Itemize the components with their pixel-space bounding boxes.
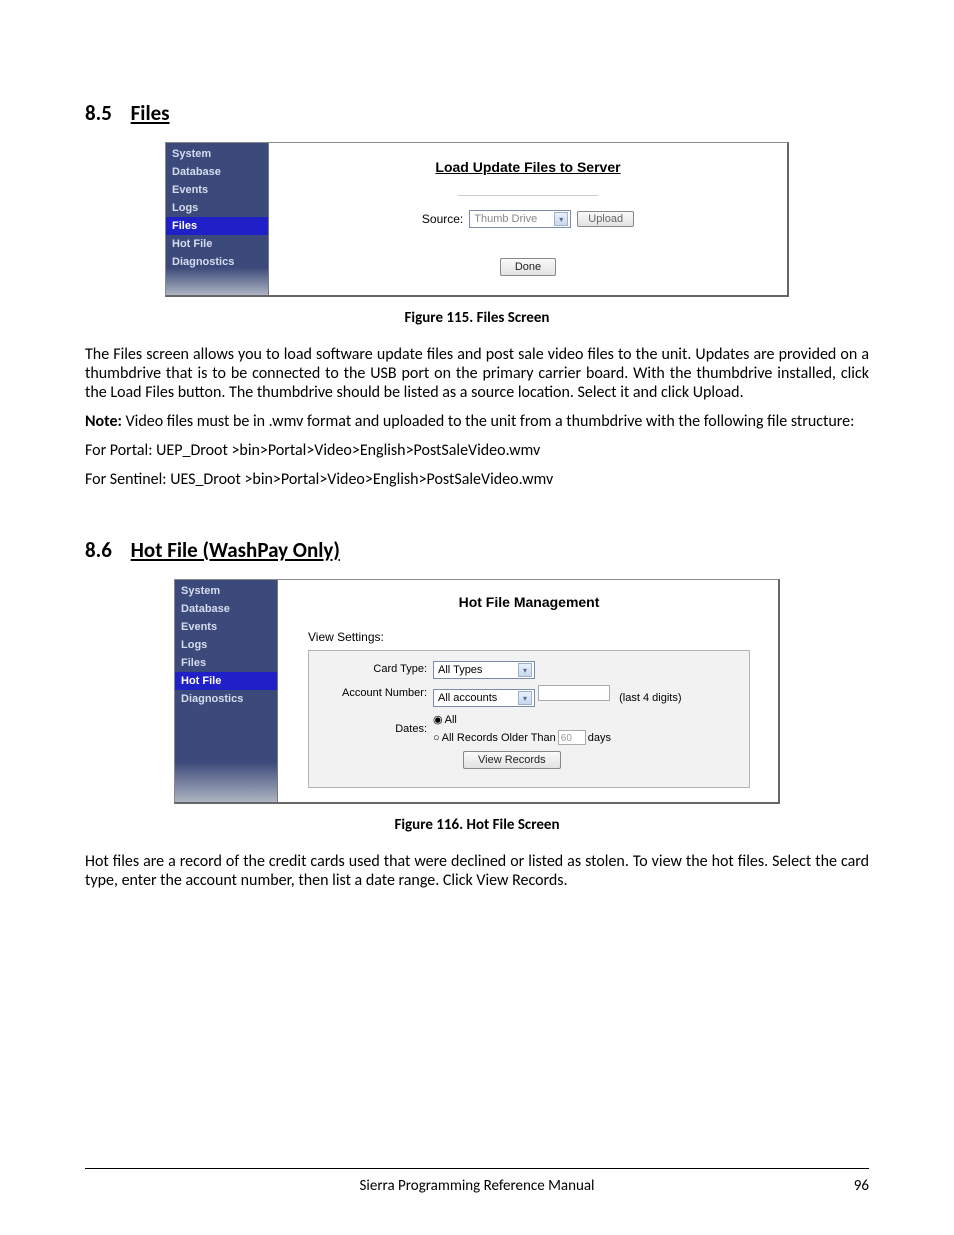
card-type-dropdown[interactable]: All Types ▾ [433,661,535,679]
radio-all-label: All [445,714,457,726]
note-label: Note: [85,412,122,431]
path-paragraph: For Sentinel: UES_Droot >bin>Portal>Vide… [85,470,869,489]
body-paragraph: Hot files are a record of the credit car… [85,852,869,890]
section-heading: 8.5 Files [85,100,869,126]
section-number: 8.5 [85,100,112,126]
upload-button[interactable]: Upload [577,211,634,227]
hotfile-panel-title: Hot File Management [308,594,750,610]
view-settings-label: View Settings: [308,630,750,644]
chevron-down-icon: ▾ [554,212,568,226]
days-input[interactable]: 60 [558,730,586,745]
dates-label: Dates: [323,713,427,735]
hotfile-sidebar: System Database Events Logs Files Hot Fi… [175,580,278,802]
account-hint: (last 4 digits) [619,692,681,704]
page-footer: Sierra Programming Reference Manual 96 [85,1168,869,1195]
sidebar-item-hot-file[interactable]: Hot File [175,672,277,690]
sidebar-item-database[interactable]: Database [166,163,268,181]
note-text: Video files must be in .wmv format and u… [122,412,854,431]
footer-page-number: 96 [809,1177,869,1195]
account-value: All accounts [438,692,497,704]
source-value: Thumb Drive [474,213,537,225]
section-title: Hot File (WashPay Only) [131,537,340,563]
section-number: 8.6 [85,537,112,563]
files-sidebar: System Database Events Logs Files Hot Fi… [166,143,269,295]
sidebar-item-files[interactable]: Files [166,217,268,235]
sidebar-item-diagnostics[interactable]: Diagnostics [175,690,277,708]
figure-caption: Figure 116. Hot File Screen [85,816,869,834]
sidebar-item-logs[interactable]: Logs [166,199,268,217]
figure-caption: Figure 115. Files Screen [85,309,869,327]
chevron-down-icon: ▾ [518,663,532,677]
account-number-label: Account Number: [323,685,427,699]
sidebar-item-events[interactable]: Events [166,181,268,199]
files-panel-title: Load Update Files to Server [299,159,757,175]
radio-older-icon[interactable]: ○ [433,732,440,744]
days-label: days [588,732,611,744]
sidebar-item-events[interactable]: Events [175,618,277,636]
done-button[interactable]: Done [500,258,556,276]
source-label: Source: [422,212,463,226]
chevron-down-icon: ▾ [518,691,532,705]
card-type-label: Card Type: [323,661,427,675]
sidebar-item-logs[interactable]: Logs [175,636,277,654]
body-paragraph: The Files screen allows you to load soft… [85,345,869,402]
sidebar-item-system[interactable]: System [175,582,277,600]
settings-panel: Card Type: All Types ▾ Account Number: [308,650,750,788]
path-paragraph: For Portal: UEP_Droot >bin>Portal>Video>… [85,441,869,460]
footer-title: Sierra Programming Reference Manual [145,1177,809,1195]
sidebar-item-system[interactable]: System [166,145,268,163]
source-dropdown[interactable]: Thumb Drive ▾ [469,210,571,228]
account-input[interactable] [538,685,610,701]
radio-all-icon[interactable]: ◉ [433,713,443,726]
radio-older-label: All Records Older Than [442,732,556,744]
sidebar-item-database[interactable]: Database [175,600,277,618]
note-paragraph: Note: Video files must be in .wmv format… [85,412,869,431]
divider [458,195,598,196]
sidebar-item-hot-file[interactable]: Hot File [166,235,268,253]
card-type-value: All Types [438,664,482,676]
section-heading: 8.6 Hot File (WashPay Only) [85,537,869,563]
section-title: Files [131,100,170,126]
sidebar-item-diagnostics[interactable]: Diagnostics [166,253,268,271]
account-dropdown[interactable]: All accounts ▾ [433,689,535,707]
sidebar-item-files[interactable]: Files [175,654,277,672]
view-records-button[interactable]: View Records [463,751,561,769]
